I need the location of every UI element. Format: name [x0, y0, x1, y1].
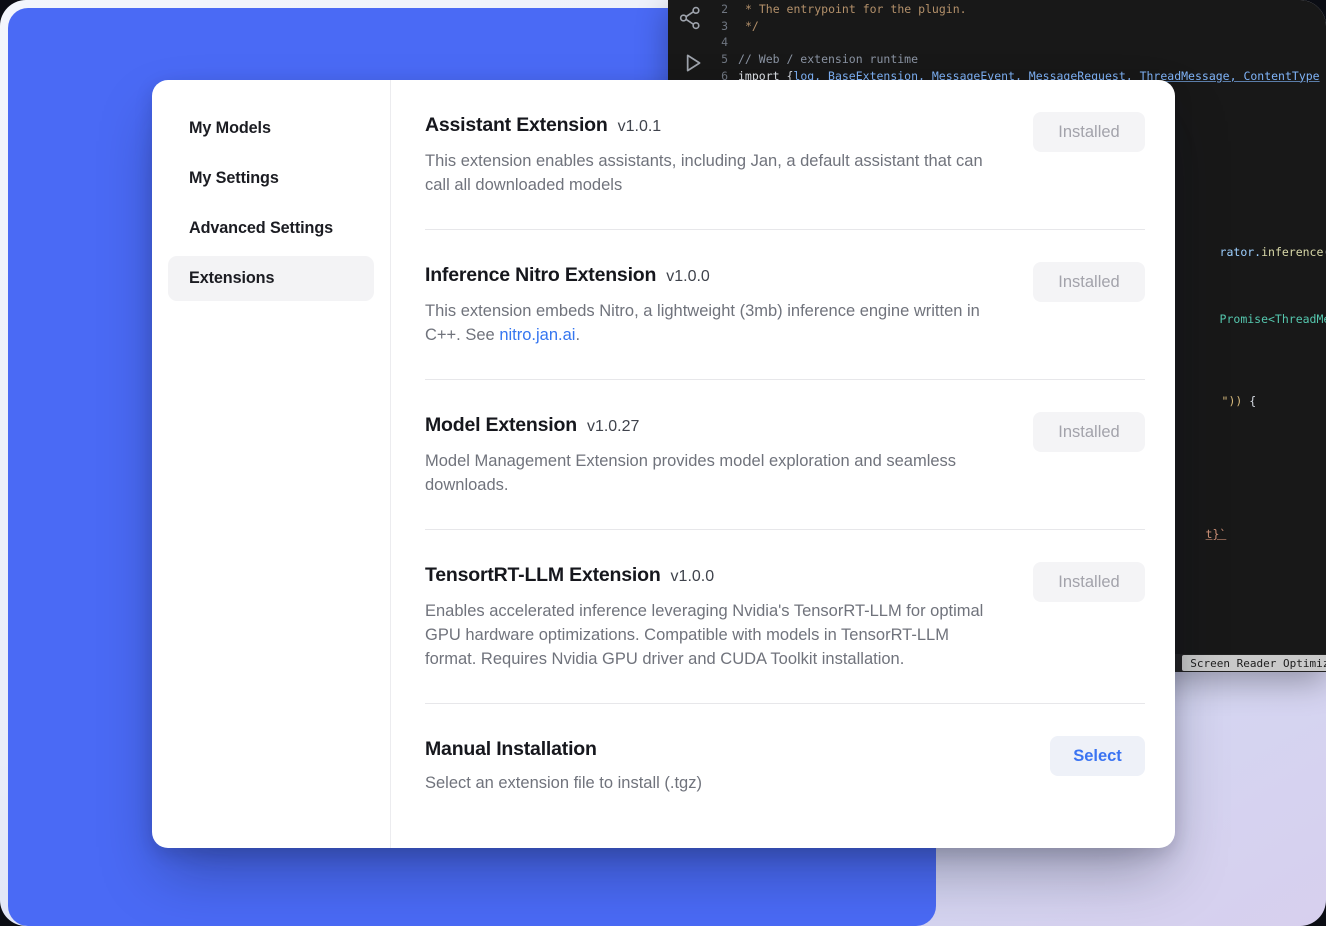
code-line: 3 */	[668, 18, 1326, 35]
extension-version: v1.0.27	[587, 414, 639, 440]
sidebar-item-advanced-settings[interactable]: Advanced Settings	[168, 206, 374, 251]
installed-button[interactable]: Installed	[1033, 562, 1145, 602]
extension-title-row: TensortRT-LLM Extension v1.0.0	[425, 562, 991, 590]
code-fragment: ")) {	[1180, 377, 1256, 425]
extension-row-model: Model Extension v1.0.27 Model Management…	[425, 380, 1145, 530]
extension-title-row: Inference Nitro Extension v1.0.0	[425, 262, 991, 290]
code-token: // Web / extension runtime	[738, 52, 918, 66]
code-token: {	[1242, 394, 1256, 408]
extension-row-tensorrt: TensortRT-LLM Extension v1.0.0 Enables a…	[425, 530, 1145, 704]
sidebar-item-my-settings[interactable]: My Settings	[168, 156, 374, 201]
extension-title: Model Extension	[425, 412, 577, 438]
code-token: "))	[1222, 394, 1243, 408]
code-lines: 2 * The entrypoint for the plugin. 3 */ …	[668, 1, 1326, 84]
code-fragment: rator.inference(data));	[1178, 228, 1326, 276]
app-frame: 2 * The entrypoint for the plugin. 3 */ …	[0, 0, 1326, 926]
line-number: 2	[668, 1, 738, 18]
settings-card: My Models My Settings Advanced Settings …	[152, 80, 1175, 848]
extension-row-manual-installation: Manual Installation Select an extension …	[425, 704, 1145, 827]
extension-title-row: Model Extension v1.0.27	[425, 412, 991, 440]
extension-title: TensortRT-LLM Extension	[425, 562, 661, 588]
extension-description: Enables accelerated inference leveraging…	[425, 599, 991, 671]
extension-title-row: Assistant Extension v1.0.1	[425, 112, 991, 140]
select-button[interactable]: Select	[1050, 736, 1145, 776]
extension-version: v1.0.1	[618, 114, 662, 140]
extension-title: Inference Nitro Extension	[425, 262, 656, 288]
installed-button[interactable]: Installed	[1033, 262, 1145, 302]
code-token: Promise<ThreadMessage>	[1220, 312, 1326, 326]
extension-title-row: Manual Installation	[425, 736, 702, 762]
extension-version: v1.0.0	[671, 564, 715, 590]
sidebar-item-extensions[interactable]: Extensions	[168, 256, 374, 301]
installed-button[interactable]: Installed	[1033, 112, 1145, 152]
code-fragment: Promise<ThreadMessage>	[1178, 295, 1326, 343]
extension-description: This extension enables assistants, inclu…	[425, 149, 991, 197]
screen-reader-chip[interactable]: Screen Reader Optimize	[1182, 655, 1326, 671]
code-line: 2 * The entrypoint for the plugin.	[668, 1, 1326, 18]
sidebar-item-my-models[interactable]: My Models	[168, 106, 374, 151]
code-token: * The entrypoint for the plugin.	[745, 2, 967, 16]
nitro-link[interactable]: nitro.jan.ai	[499, 326, 575, 344]
code-token: inference	[1261, 245, 1323, 259]
extension-description: Model Management Extension provides mode…	[425, 449, 991, 497]
extension-description: This extension embeds Nitro, a lightweig…	[425, 299, 991, 347]
extension-info: Model Extension v1.0.27 Model Management…	[425, 412, 991, 497]
line-number: 4	[668, 34, 738, 51]
extension-title: Assistant Extension	[425, 112, 608, 138]
extension-title: Manual Installation	[425, 736, 597, 762]
extension-description: Select an extension file to install (.tg…	[425, 771, 702, 795]
extension-info: Inference Nitro Extension v1.0.0 This ex…	[425, 262, 991, 347]
description-text: .	[575, 326, 580, 344]
extension-info: TensortRT-LLM Extension v1.0.0 Enables a…	[425, 562, 991, 671]
extension-version: v1.0.0	[666, 264, 710, 290]
extension-row-nitro: Inference Nitro Extension v1.0.0 This ex…	[425, 230, 1145, 380]
settings-sidebar: My Models My Settings Advanced Settings …	[152, 80, 391, 848]
code-token: rator.	[1220, 245, 1262, 259]
extension-info: Assistant Extension v1.0.1 This extensio…	[425, 112, 991, 197]
code-token: */	[745, 19, 759, 33]
extension-info: Manual Installation Select an extension …	[425, 736, 702, 795]
line-number: 3	[668, 18, 738, 35]
line-number: 5	[668, 51, 738, 68]
code-line: 4	[668, 34, 1326, 51]
extensions-list: Assistant Extension v1.0.1 This extensio…	[391, 80, 1175, 848]
installed-button[interactable]: Installed	[1033, 412, 1145, 452]
code-line: 5 // Web / extension runtime	[668, 51, 1326, 68]
extension-row-assistant: Assistant Extension v1.0.1 This extensio…	[425, 80, 1145, 230]
code-token: t}`	[1206, 527, 1227, 541]
